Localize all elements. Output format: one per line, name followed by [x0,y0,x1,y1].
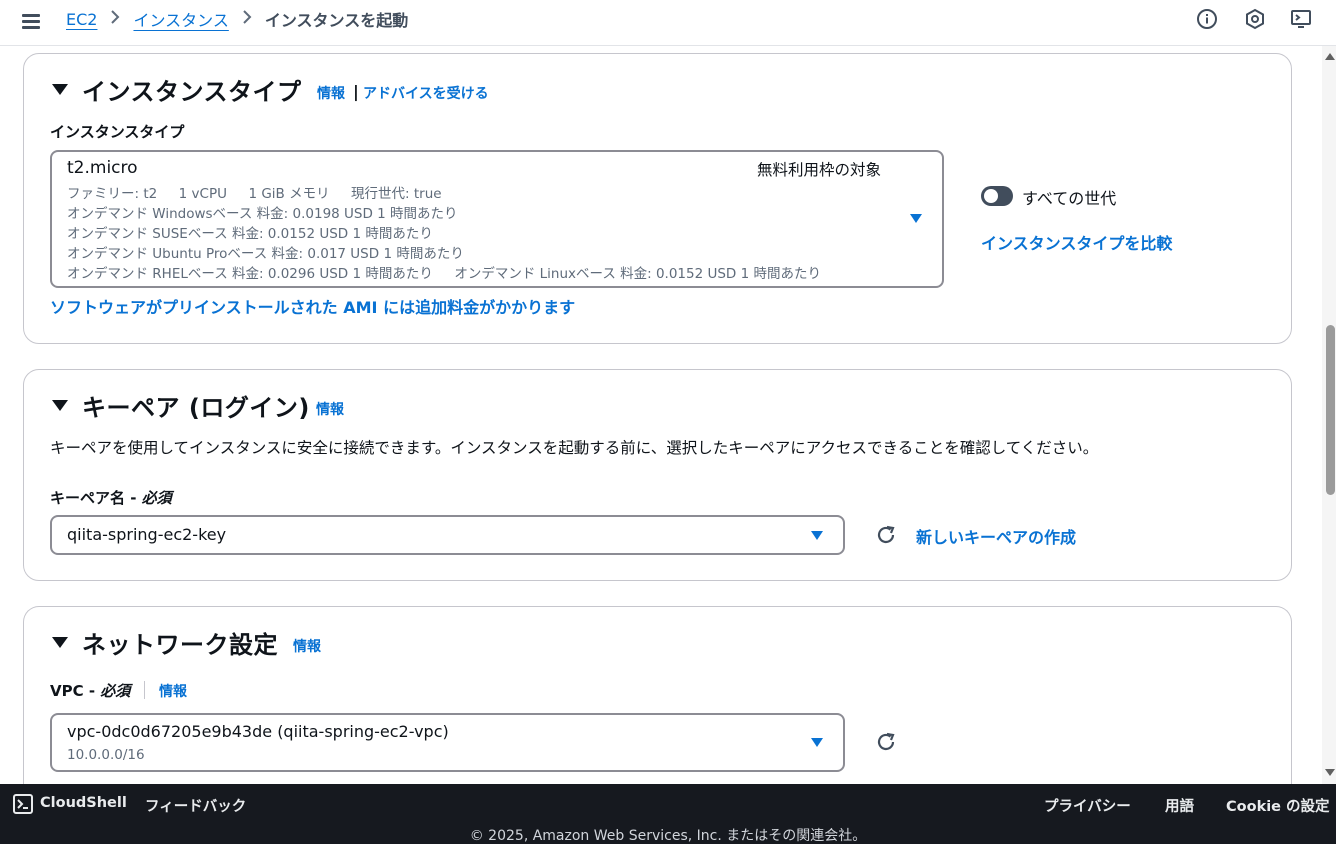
chevron-right-icon [242,10,252,28]
compare-instance-types-link[interactable]: インスタンスタイプを比較 [981,230,1172,254]
breadcrumb-instances[interactable]: インスタンス [133,7,228,31]
instance-detail-line: オンデマンド Windowsベース 料金: 0.0198 USD 1 時間あたり [67,206,458,222]
field-label-text: キーペア名 - [50,489,142,507]
top-navigation-bar: EC2 インスタンス インスタンスを起動 [0,0,1336,46]
collapse-caret-icon[interactable] [52,84,68,95]
keypair-panel: キーペア (ログイン) 情報 キーペアを使用してインスタンスに安全に接続できます… [23,369,1292,581]
free-tier-badge: 無料利用枠の対象 [757,161,882,179]
breadcrumb-ec2[interactable]: EC2 [66,10,97,29]
scroll-up-icon[interactable] [1325,53,1335,60]
instance-detail-line: ファミリー: t2 1 vCPU 1 GiB メモリ 現行世代: true [67,186,442,202]
field-label: インスタンスタイプ [50,123,185,141]
menu-icon[interactable] [20,10,44,34]
scroll-down-icon[interactable] [1325,769,1335,776]
info-link[interactable]: 情報 [317,83,345,103]
panel-title: ネットワーク設定 [82,631,278,659]
chevron-right-icon [110,10,120,28]
collapse-caret-icon[interactable] [52,400,68,411]
all-generations-toggle[interactable] [981,186,1013,206]
breadcrumb-current: インスタンスを起動 [264,11,409,30]
vpc-select[interactable]: vpc-0dc0d67205e9b43de (qiita-spring-ec2-… [50,713,845,772]
breadcrumb: EC2 インスタンス インスタンスを起動 [66,7,409,31]
required-text: 必須 [100,682,131,700]
vpc-label: VPC - 必須 [50,680,130,701]
caret-down-icon [910,214,922,223]
collapse-caret-icon[interactable] [52,637,68,648]
privacy-link[interactable]: プライバシー [1044,795,1131,816]
selected-vpc: vpc-0dc0d67205e9b43de (qiita-spring-ec2-… [67,722,449,741]
instance-type-panel: インスタンスタイプ 情報 | アドバイスを受ける インスタンスタイプ t2.mi… [23,53,1292,344]
keypair-select[interactable]: qiita-spring-ec2-key [50,515,845,555]
cookie-settings-link[interactable]: Cookie の設定 [1226,795,1330,816]
panel-title: インスタンスタイプ [82,78,302,106]
refresh-icon[interactable] [874,523,898,547]
link-separator: | [353,82,359,101]
advice-link[interactable]: アドバイスを受ける [363,83,489,103]
settings-icon[interactable] [1290,8,1312,30]
field-label: キーペア名 - 必須 [50,487,172,508]
toggle-label: すべての世代 [1022,189,1117,208]
vpc-cidr: 10.0.0.0/16 [67,747,145,763]
instance-type-select[interactable]: t2.micro 無料利用枠の対象 ファミリー: t2 1 vCPU 1 GiB… [50,150,944,288]
cloudshell-icon[interactable] [13,794,33,814]
info-link[interactable]: 情報 [316,399,344,419]
caret-down-icon [811,531,823,540]
instance-detail-line: オンデマンド Ubuntu Proベース 料金: 0.017 USD 1 時間あ… [67,246,464,262]
feedback-link[interactable]: フィードバック [145,795,246,816]
vpc-label-text: VPC - [50,682,101,700]
label-divider [144,681,145,699]
instance-detail-line: オンデマンド SUSEベース 料金: 0.0152 USD 1 時間あたり [67,226,433,242]
console-footer: CloudShell フィードバック プライバシー 用語 Cookie の設定 … [0,784,1336,844]
panel-title: キーペア (ログイン) [82,394,310,422]
toggle-knob [984,189,998,203]
info-link[interactable]: 情報 [293,636,321,656]
selected-instance-name: t2.micro [67,158,138,178]
network-panel: ネットワーク設定 情報 VPC - 必須 情報 vpc-0dc0d67205e9… [23,606,1292,806]
instance-detail-line: オンデマンド RHELベース 料金: 0.0296 USD 1 時間あたり オン… [67,266,821,282]
vpc-info-link[interactable]: 情報 [159,681,187,701]
create-keypair-link[interactable]: 新しいキーペアの作成 [916,524,1076,548]
notifications-icon[interactable] [1244,8,1266,30]
required-text: 必須 [141,489,172,507]
ami-notice-link[interactable]: ソフトウェアがプリインストールされた AMI には追加料金がかかります [50,294,575,318]
copyright-text: © 2025, Amazon Web Services, Inc. またはその関… [469,828,867,844]
caret-down-icon [811,738,823,747]
cloudshell-link[interactable]: CloudShell [40,795,127,811]
terms-link[interactable]: 用語 [1165,795,1194,816]
keypair-description: キーペアを使用してインスタンスに安全に接続できます。インスタンスを起動する前に、… [50,439,1099,457]
refresh-icon[interactable] [874,730,898,754]
scrollbar-thumb[interactable] [1326,325,1335,495]
selected-keypair: qiita-spring-ec2-key [67,525,227,544]
info-icon[interactable] [1196,8,1218,30]
